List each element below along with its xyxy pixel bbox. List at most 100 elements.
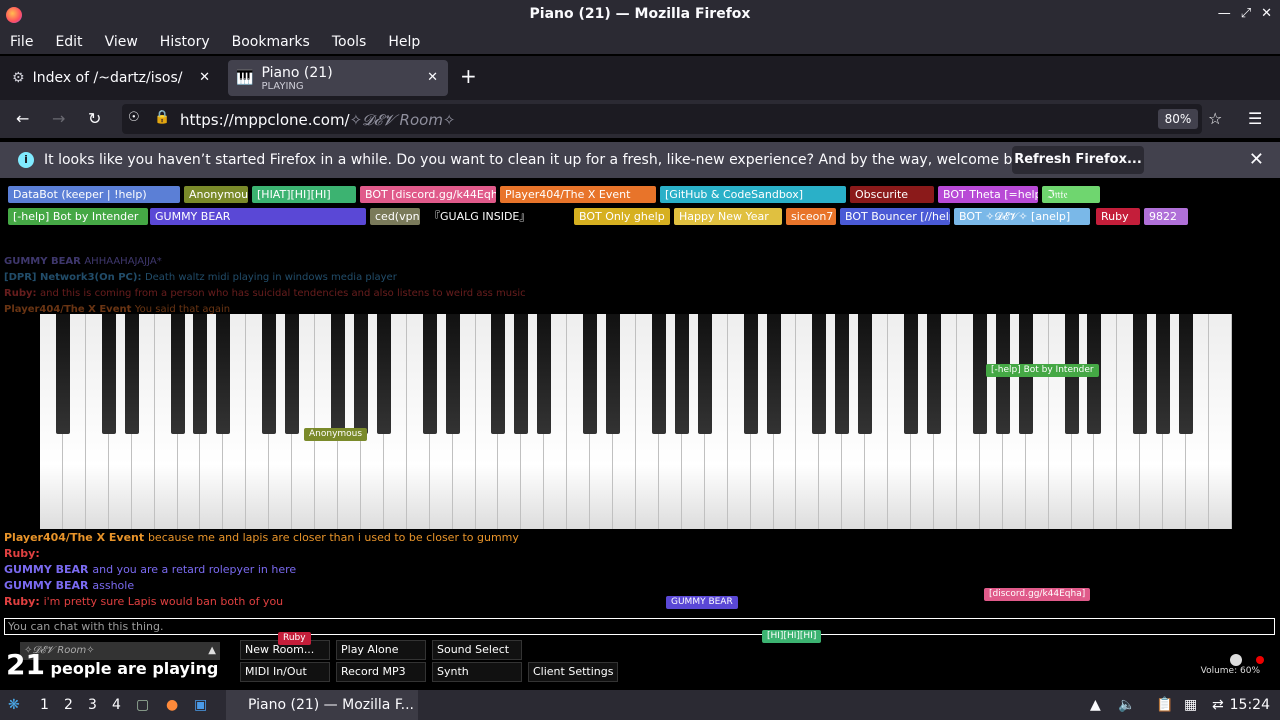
black-key[interactable] <box>927 314 941 434</box>
black-key[interactable] <box>766 314 781 434</box>
black-key[interactable] <box>858 314 873 434</box>
user-badge[interactable]: DataBot (keeper | !help) <box>8 186 180 203</box>
user-badge[interactable]: Anonymous <box>184 186 248 203</box>
user-badge[interactable]: ℑ𝔫𝔱𝔢 <box>1042 186 1100 203</box>
midi-button[interactable]: MIDI In/Out <box>240 662 330 682</box>
notification-close-icon[interactable]: ✕ <box>1249 149 1264 170</box>
network-icon[interactable]: ⇄ <box>1212 697 1224 713</box>
user-badge[interactable]: [HIAT][HI][HI] <box>252 186 356 203</box>
terminal-icon[interactable]: ▣ <box>194 697 207 713</box>
task-firefox[interactable]: Piano (21) — Mozilla F... <box>226 690 418 720</box>
workspace-1[interactable]: 1 <box>40 697 49 713</box>
menu-help[interactable]: Help <box>388 34 420 50</box>
menu-edit[interactable]: Edit <box>55 34 82 50</box>
black-key[interactable] <box>170 314 185 434</box>
tracking-shield-icon[interactable]: ☉ <box>128 110 140 125</box>
black-key[interactable] <box>514 314 529 434</box>
user-badge[interactable]: BOT [discord.gg/k44Eqha] <box>360 186 496 203</box>
user-badge[interactable]: BOT Bouncer [//help] <box>840 208 950 225</box>
white-key[interactable] <box>1209 314 1232 529</box>
black-key[interactable] <box>1156 314 1171 434</box>
zoom-level[interactable]: 80% <box>1158 109 1198 129</box>
clipboard-icon[interactable]: 📋 <box>1156 697 1173 713</box>
user-badge[interactable]: BOT Theta [=help] <box>938 186 1038 203</box>
workspace-2[interactable]: 2 <box>64 697 73 713</box>
black-key[interactable] <box>743 314 758 434</box>
black-key[interactable] <box>262 314 277 434</box>
black-key[interactable] <box>445 314 460 434</box>
menu-file[interactable]: File <box>10 34 33 50</box>
tab-close-icon[interactable]: ✕ <box>427 70 438 85</box>
url-bar[interactable]: ☉ 🔒 https://mppclone.com/✧𝓓𝓔𝓥 Room✧ 80% … <box>122 104 1222 134</box>
start-menu-icon[interactable]: ❋ <box>8 697 20 713</box>
file-manager-icon[interactable]: ▢ <box>136 697 149 713</box>
user-badge[interactable]: ced(vpn) <box>370 208 420 225</box>
user-badge[interactable]: siceon7 <box>786 208 836 225</box>
black-key[interactable] <box>216 314 231 434</box>
black-key[interactable] <box>422 314 437 434</box>
synth-button[interactable]: Synth <box>432 662 522 682</box>
piano-keyboard[interactable] <box>40 314 1232 529</box>
display-icon[interactable]: ▦ <box>1184 697 1197 713</box>
user-badge[interactable]: BOT ✧𝓓𝓔𝓥✧ [anelp] <box>954 208 1090 225</box>
volume-icon[interactable]: 🔈 <box>1118 697 1135 713</box>
record-mp3-button[interactable]: Record MP3 <box>336 662 426 682</box>
sound-select-button[interactable]: Sound Select <box>432 640 522 660</box>
black-key[interactable] <box>1133 314 1148 434</box>
user-badge[interactable]: GUMMY BEAR <box>150 208 366 225</box>
black-key[interactable] <box>812 314 827 434</box>
black-key[interactable] <box>904 314 919 434</box>
bookmark-star-icon[interactable]: ☆ <box>1208 109 1222 128</box>
tab-piano[interactable]: 🎹 Piano (21) PLAYING ✕ <box>228 60 448 96</box>
refresh-firefox-button[interactable]: Refresh Firefox... <box>1012 146 1144 174</box>
hamburger-menu-icon[interactable]: ☰ <box>1248 109 1262 128</box>
black-key[interactable] <box>101 314 116 434</box>
minimize-icon[interactable]: — <box>1218 6 1231 21</box>
firefox-launcher-icon[interactable]: ● <box>166 697 178 713</box>
black-key[interactable] <box>55 314 70 434</box>
black-key[interactable] <box>353 314 368 434</box>
menu-view[interactable]: View <box>105 34 138 50</box>
back-icon[interactable]: ← <box>16 109 29 128</box>
user-badge[interactable]: Obscurite <box>850 186 934 203</box>
lock-icon[interactable]: 🔒 <box>154 110 170 125</box>
reload-icon[interactable]: ↻ <box>88 109 101 128</box>
menu-history[interactable]: History <box>160 34 210 50</box>
user-badge[interactable]: Player404/The X Event <box>500 186 656 203</box>
black-key[interactable] <box>697 314 712 434</box>
menu-bookmarks[interactable]: Bookmarks <box>232 34 310 50</box>
black-key[interactable] <box>124 314 139 434</box>
black-key[interactable] <box>1179 314 1194 434</box>
user-badge[interactable]: 9822 <box>1144 208 1188 225</box>
volume-slider[interactable] <box>1230 654 1264 666</box>
black-key[interactable] <box>583 314 598 434</box>
play-alone-button[interactable]: Play Alone <box>336 640 426 660</box>
chat-input[interactable]: You can chat with this thing. <box>4 618 1275 635</box>
workspace-3[interactable]: 3 <box>88 697 97 713</box>
maximize-icon[interactable]: ⤢ <box>1241 6 1251 21</box>
tray-up-icon[interactable]: ▲ <box>1090 697 1101 713</box>
user-badge[interactable]: BOT Only ghelp <box>574 208 670 225</box>
user-badge[interactable]: [GitHub & CodeSandbox] <box>660 186 846 203</box>
client-settings-button[interactable]: Client Settings <box>528 662 618 682</box>
black-key[interactable] <box>491 314 506 434</box>
close-icon[interactable]: ✕ <box>1261 6 1272 21</box>
black-key[interactable] <box>606 314 621 434</box>
black-key[interactable] <box>651 314 666 434</box>
black-key[interactable] <box>331 314 345 434</box>
workspace-4[interactable]: 4 <box>112 697 121 713</box>
black-key[interactable] <box>835 314 850 434</box>
new-tab-icon[interactable]: + <box>460 64 477 88</box>
forward-icon[interactable]: → <box>52 109 65 128</box>
user-badge[interactable]: 『GUALG INSIDE』 <box>424 208 568 225</box>
user-badge[interactable]: Happy New Year <box>674 208 782 225</box>
user-badge[interactable]: Ruby <box>1096 208 1140 225</box>
tab-index[interactable]: ⚙ Index of /~dartz/isos/ ✕ <box>4 60 220 96</box>
black-key[interactable] <box>376 314 391 434</box>
black-key[interactable] <box>972 314 987 434</box>
black-key[interactable] <box>285 314 300 434</box>
menu-tools[interactable]: Tools <box>332 34 367 50</box>
black-key[interactable] <box>193 314 208 434</box>
tab-close-icon[interactable]: ✕ <box>199 70 210 85</box>
black-key[interactable] <box>537 314 552 434</box>
